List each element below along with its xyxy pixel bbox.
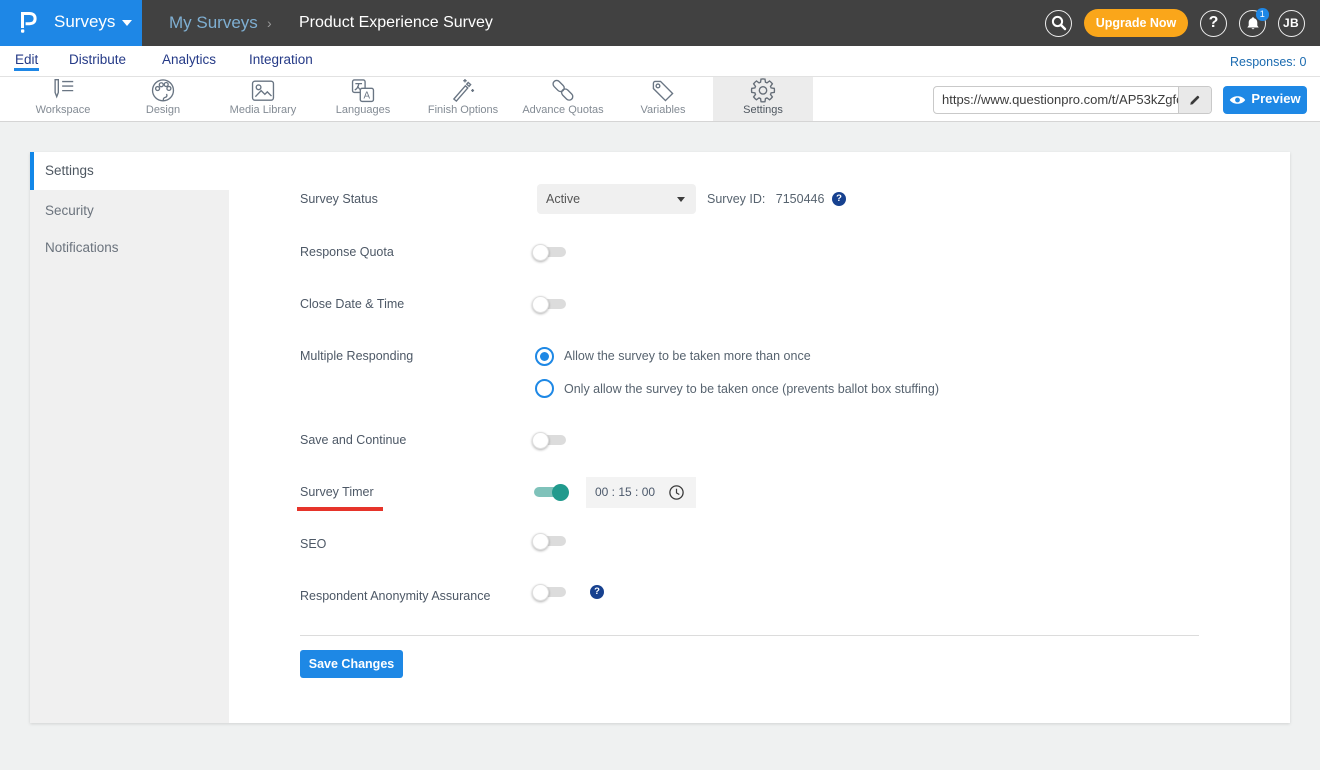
svg-text:A: A: [364, 90, 371, 101]
